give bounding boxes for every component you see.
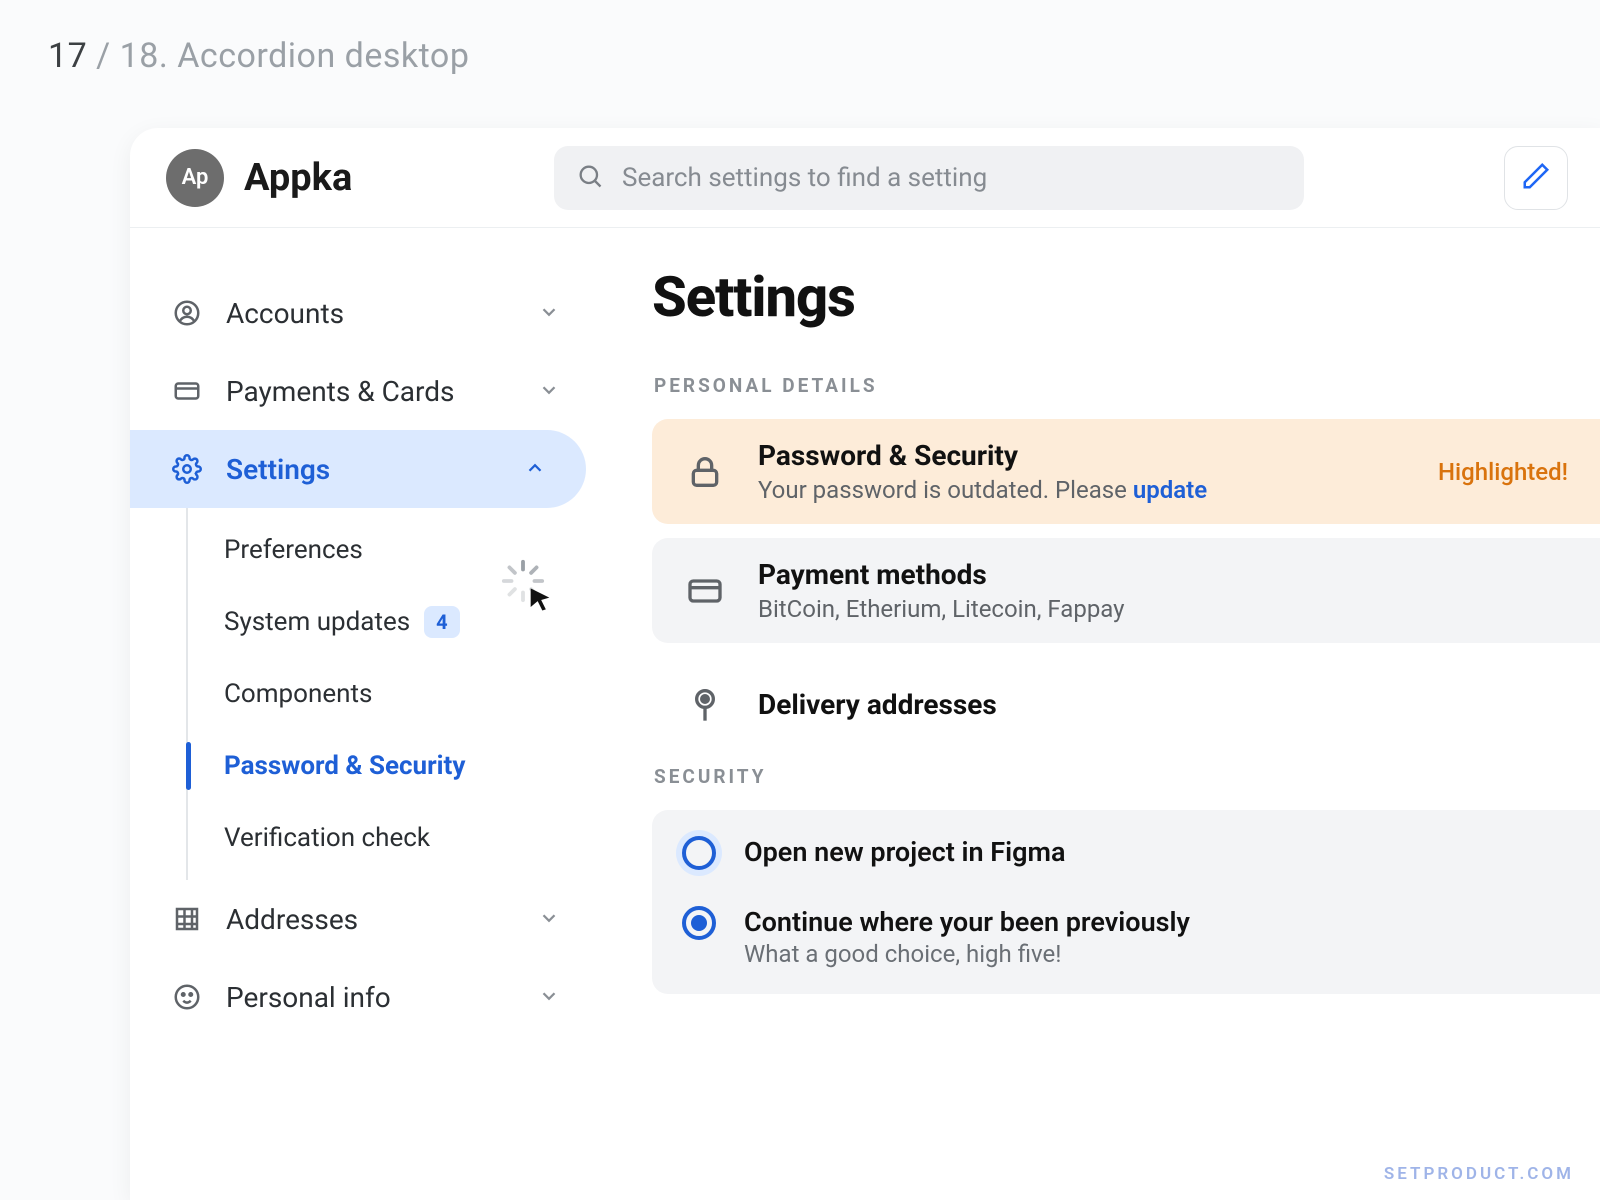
- sidebar: Accounts Payments & Cards Settings Prefe…: [130, 228, 600, 1200]
- section-personal-details: PERSONAL DETAILS: [654, 374, 1600, 397]
- page-title: Settings: [652, 264, 1600, 330]
- sidebar-item-label: Accounts: [226, 297, 344, 330]
- page-total-label: 18. Accordion desktop: [120, 36, 470, 76]
- highlighted-badge: Highlighted!: [1438, 458, 1568, 486]
- tile-subtitle: Your password is outdated. Please update: [758, 476, 1408, 504]
- user-circle-icon: [170, 296, 204, 330]
- sidebar-item-personal-info[interactable]: Personal info: [130, 958, 600, 1036]
- search-placeholder: Search settings to find a setting: [622, 163, 987, 193]
- sidebar-item-label: Payments & Cards: [226, 375, 455, 408]
- page-counter: 17 / 18. Accordion desktop: [48, 36, 469, 76]
- main-content: Settings PERSONAL DETAILS Password & Sec…: [600, 228, 1600, 1200]
- settings-subnav: Preferences System updates 4 Components …: [186, 508, 600, 880]
- sub-item-password-security[interactable]: Password & Security: [188, 730, 600, 802]
- sidebar-item-label: Settings: [226, 453, 330, 486]
- brand-name: Appka: [244, 156, 352, 200]
- lock-icon: [682, 449, 728, 495]
- sub-item-components[interactable]: Components: [188, 658, 600, 730]
- gear-icon: [170, 452, 204, 486]
- sidebar-item-accounts[interactable]: Accounts: [130, 274, 600, 352]
- updates-badge: 4: [424, 606, 459, 638]
- page-current: 17: [48, 36, 87, 76]
- topbar: Ap Appka Search settings to find a setti…: [130, 128, 1600, 228]
- security-radio-group: Open new project in Figma Continue where…: [652, 810, 1600, 994]
- sub-item-preferences[interactable]: Preferences: [188, 514, 600, 586]
- radio-open-new[interactable]: [682, 836, 716, 870]
- tile-title: Payment methods: [758, 558, 1574, 591]
- brand: Ap Appka: [166, 149, 526, 207]
- chevron-down-icon: [538, 903, 560, 936]
- chevron-up-icon: [524, 453, 546, 486]
- edit-button[interactable]: [1504, 146, 1568, 210]
- grid-icon: [170, 902, 204, 936]
- sidebar-item-addresses[interactable]: Addresses: [130, 880, 600, 958]
- radio-label: Continue where your been previously: [744, 906, 1190, 938]
- chevron-down-icon: [538, 375, 560, 408]
- cursor-icon: [526, 586, 554, 614]
- pencil-icon: [1521, 161, 1551, 195]
- map-pin-icon: [682, 681, 728, 727]
- chevron-down-icon: [538, 297, 560, 330]
- sidebar-item-payments[interactable]: Payments & Cards: [130, 352, 600, 430]
- update-link[interactable]: update: [1133, 476, 1207, 504]
- app-card: Ap Appka Search settings to find a setti…: [130, 128, 1600, 1200]
- tile-title: Delivery addresses: [758, 688, 1574, 721]
- tile-password-security[interactable]: Password & Security Your password is out…: [652, 419, 1600, 524]
- radio-continue[interactable]: [682, 906, 716, 940]
- tile-subtitle: BitCoin, Etherium, Litecoin, Fappay: [758, 595, 1574, 623]
- radio-sublabel: What a good choice, high five!: [744, 940, 1190, 968]
- credit-card-icon: [170, 374, 204, 408]
- radio-label: Open new project in Figma: [744, 836, 1065, 868]
- face-icon: [170, 980, 204, 1014]
- tile-payment-methods[interactable]: Payment methods BitCoin, Etherium, Litec…: [652, 538, 1600, 643]
- sidebar-item-label: Addresses: [226, 903, 358, 936]
- credit-card-icon: [682, 568, 728, 614]
- section-security: SECURITY: [654, 765, 1600, 788]
- search-icon: [576, 162, 604, 194]
- brand-avatar: Ap: [166, 149, 224, 207]
- watermark: SETPRODUCT.COM: [1384, 1164, 1574, 1184]
- tile-delivery-addresses[interactable]: Delivery addresses: [652, 657, 1600, 751]
- sidebar-item-label: Personal info: [226, 981, 391, 1014]
- tile-title: Password & Security: [758, 439, 1408, 472]
- sidebar-item-settings[interactable]: Settings: [130, 430, 586, 508]
- sub-item-verification[interactable]: Verification check: [188, 802, 600, 874]
- search-input[interactable]: Search settings to find a setting: [554, 146, 1304, 210]
- chevron-down-icon: [538, 981, 560, 1014]
